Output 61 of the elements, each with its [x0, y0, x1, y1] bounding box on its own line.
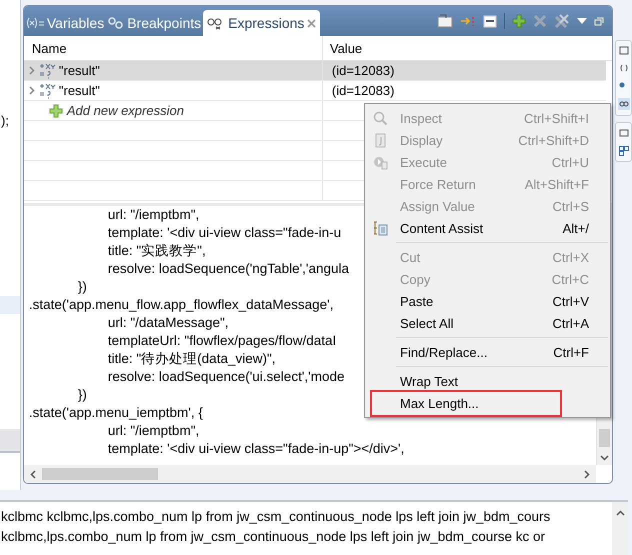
code-line: .state('app.menu_flow.app_flowflex_dataMessage', — [28, 296, 334, 314]
code-line: }) — [76, 278, 87, 296]
console-line: kclbmc kclbmc,lps.combo_num lp from jw_csm_continuous_node lps left join jw_bdm_cours — [1, 508, 552, 526]
menu-item[interactable]: Content Assist Alt+/ — [365, 217, 610, 239]
code-line: title: "实践教学", — [106, 242, 206, 260]
menu-item[interactable]: Wrap Text — [365, 370, 610, 392]
table-row[interactable]: "result" (id=12083) — [24, 61, 606, 81]
document-icon — [372, 132, 388, 148]
code-line: url: "/dataMessage", — [106, 314, 229, 332]
close-icon[interactable] — [307, 18, 316, 28]
scroll-thumb[interactable] — [599, 429, 610, 447]
menu-item[interactable]: Max Length... — [365, 392, 610, 414]
variables-icon[interactable] — [618, 64, 628, 72]
add-expression[interactable]: Add new expression — [24, 101, 323, 120]
tab[interactable]: Variables — [24, 10, 106, 36]
column-header[interactable]: Value — [330, 40, 362, 56]
line-highlight — [0, 296, 20, 314]
tab[interactable]: Breakpoints — [106, 10, 204, 36]
code-text: ); — [1, 113, 10, 128]
console-line: kclbmc,lps.combo_num lp from jw_csm_continuous_node lps left join jw_bdm_course kc or — [1, 528, 546, 546]
table-row[interactable]: "result" (id=12083) — [24, 81, 606, 101]
code-line: url: "/iemptbm", — [106, 422, 200, 440]
menu-item[interactable]: Select All Ctrl+A — [365, 312, 610, 334]
expand-icon[interactable] — [28, 66, 35, 75]
tab[interactable]: Expressions — [203, 10, 320, 36]
column-header[interactable]: Name — [32, 40, 67, 56]
code-line: url: "/iemptbm", — [106, 206, 200, 224]
arrow-icon[interactable] — [460, 15, 476, 27]
panel-edge — [0, 429, 20, 453]
table-cell: (id=12083) — [332, 63, 394, 78]
code-line: template: '<div ui-view class="fade-in-up"></div>', — [106, 440, 404, 458]
code-line: .state('app.menu_iemptbm', { — [28, 404, 203, 422]
table-cell: (id=12083) — [332, 83, 394, 98]
code-line: resolve: loadSequence('ngTable','angula — [106, 260, 350, 278]
run-icon — [372, 154, 388, 170]
code-line: }) — [76, 386, 87, 404]
expression-icon — [38, 62, 56, 78]
horizontal-scrollbar[interactable] — [24, 465, 596, 483]
code-line: title: "待办处理(data_view)", — [106, 350, 276, 368]
expand-icon[interactable] — [28, 86, 35, 95]
search-icon — [372, 110, 388, 126]
code-line: resolve: loadSequence('ui.select','mode — [106, 368, 344, 386]
variables-icon — [26, 17, 44, 29]
dropdown-icon[interactable] — [577, 18, 587, 24]
glasses-icon[interactable] — [618, 98, 630, 110]
code-line: templateUrl: "flowflex/pages/flow/dataI — [106, 332, 336, 350]
table-cell: "result" — [58, 83, 100, 98]
expression-icon — [38, 82, 56, 98]
table-cell: "result" — [58, 63, 100, 78]
breakpoints-icon — [108, 17, 124, 29]
plus-icon — [48, 104, 63, 118]
assist-icon — [372, 220, 388, 236]
code-line: template: '<div ui-view class="fade-in-u — [106, 224, 342, 242]
grid-icon[interactable] — [618, 146, 628, 156]
window-icon[interactable] — [618, 128, 628, 137]
scroll-thumb[interactable] — [42, 468, 158, 480]
close-all-icon[interactable] — [554, 14, 570, 28]
menu-item[interactable]: Find/Replace... Ctrl+F — [365, 341, 610, 363]
menu-item[interactable]: Paste Ctrl+V — [365, 290, 610, 312]
window-icon[interactable] — [618, 46, 628, 55]
vertical-scrollbar[interactable] — [612, 502, 628, 555]
